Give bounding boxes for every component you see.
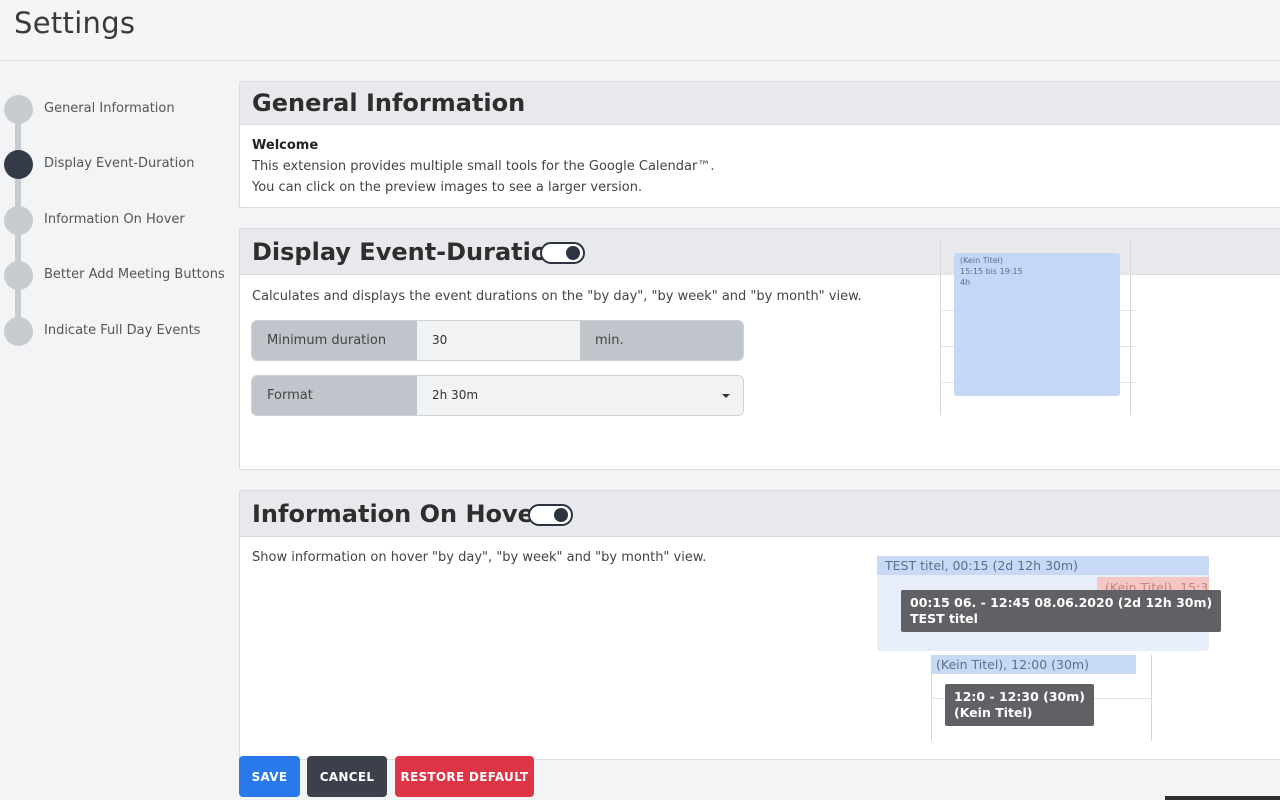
preview-event-title: (Kein Titel) — [960, 256, 1003, 265]
minimum-duration-unit: min. — [580, 321, 743, 360]
minimum-duration-group: Minimum duration 30 min. — [251, 320, 744, 361]
restore-default-button[interactable]: RESTORE DEFAULT — [395, 756, 534, 797]
hover-description: Show information on hover "by day", "by … — [252, 550, 707, 565]
grid-line — [940, 239, 941, 415]
sidebar-item-better-add-meeting-buttons[interactable]: Better Add Meeting Buttons — [0, 260, 235, 292]
toggle-knob — [566, 246, 580, 260]
tooltip-line: 00:15 06. - 12:45 08.06.2020 (2d 12h 30m… — [910, 595, 1213, 610]
save-button[interactable]: SAVE — [239, 756, 300, 797]
corner-strip — [1165, 796, 1280, 800]
format-select[interactable]: 2h 30m — [417, 376, 743, 415]
welcome-heading: Welcome — [252, 138, 319, 153]
page-title: Settings — [14, 6, 136, 40]
step-dot-icon — [4, 206, 33, 235]
toggle-knob — [554, 508, 568, 522]
card-title: Information On Hover — [252, 500, 546, 528]
card-header: Information On Hover — [240, 491, 1280, 537]
tooltip-line: 12:0 - 12:30 (30m) — [954, 689, 1085, 704]
tooltip-line: TEST titel — [910, 611, 978, 626]
format-selected-value: 2h 30m — [432, 388, 479, 402]
sidebar-item-label: Display Event-Duration — [44, 156, 195, 171]
event-duration-preview-image[interactable]: (Kein Titel) 15:15 bis 19:15 4h — [940, 239, 1136, 415]
grid-line — [1130, 239, 1131, 415]
general-information-card: General Information Welcome This extensi… — [239, 81, 1280, 208]
format-label: Format — [252, 376, 417, 415]
preview-event-bar: (Kein Titel), 12:00 (30m) — [931, 655, 1136, 674]
tooltip-line: (Kein Titel) — [954, 705, 1033, 720]
event-duration-toggle[interactable] — [540, 242, 585, 264]
intro-text: This extension provides multiple small t… — [252, 159, 715, 174]
sidebar-item-information-on-hover[interactable]: Information On Hover — [0, 205, 235, 237]
cancel-button[interactable]: CANCEL — [307, 756, 387, 797]
preview-event-time: 15:15 bis 19:15 — [960, 267, 1023, 276]
sidebar-item-label: Indicate Full Day Events — [44, 323, 201, 338]
information-on-hover-preview-image[interactable]: TEST titel, 00:15 (2d 12h 30m) (Kein Tit… — [876, 555, 1222, 745]
preview-tooltip: 00:15 06. - 12:45 08.06.2020 (2d 12h 30m… — [901, 590, 1222, 632]
minimum-duration-input[interactable]: 30 — [417, 321, 580, 360]
preview-event-block: (Kein Titel) 15:15 bis 19:15 4h — [954, 253, 1120, 396]
sidebar-item-general-information[interactable]: General Information — [0, 94, 235, 126]
sidebar-item-label: General Information — [44, 101, 175, 116]
information-on-hover-toggle[interactable] — [528, 504, 573, 526]
card-title: General Information — [252, 89, 526, 117]
duration-description: Calculates and displays the event durati… — [252, 289, 862, 304]
sidebar-item-indicate-full-day-events[interactable]: Indicate Full Day Events — [0, 316, 235, 348]
information-on-hover-card: Information On Hover Show information on… — [239, 490, 1280, 760]
minimum-duration-label: Minimum duration — [252, 321, 417, 360]
grid-line — [1151, 655, 1152, 741]
caret-down-icon — [722, 394, 730, 398]
preview-hint-text: You can click on the preview images to s… — [252, 180, 643, 195]
card-header: General Information — [240, 82, 1280, 125]
sidebar-item-label: Information On Hover — [44, 212, 185, 227]
format-group: Format 2h 30m — [251, 375, 744, 416]
preview-tooltip: 12:0 - 12:30 (30m) (Kein Titel) — [945, 684, 1094, 726]
step-dot-icon — [4, 261, 33, 290]
card-title: Display Event-Duration — [252, 238, 565, 266]
step-dot-icon — [4, 317, 33, 346]
preview-event-duration: 4h — [960, 278, 971, 287]
sidebar-item-label: Better Add Meeting Buttons — [44, 267, 225, 282]
top-bar: Settings — [0, 0, 1280, 61]
sidebar-item-display-event-duration[interactable]: Display Event-Duration — [0, 149, 235, 181]
preview-event-bar: TEST titel, 00:15 (2d 12h 30m) — [877, 556, 1209, 575]
display-event-duration-card: Display Event-Duration Calculates and di… — [239, 228, 1280, 470]
step-dot-icon — [4, 95, 33, 124]
step-dot-active-icon — [4, 150, 33, 179]
